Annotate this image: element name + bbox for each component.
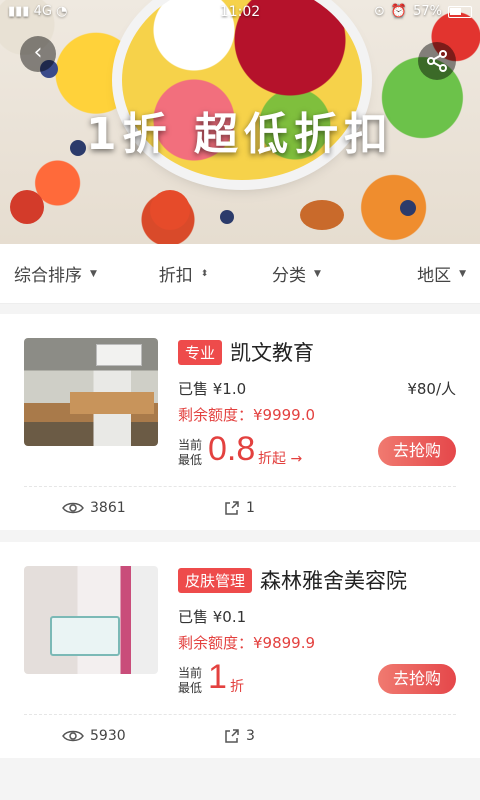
discount-label: 当前最低: [178, 666, 203, 695]
filter-bar: 综合排序 ▼ 折扣 ⬍ 分类 ▼ 地区 ▼: [0, 244, 480, 304]
share-out-icon: [225, 501, 239, 515]
filter-label: 折扣: [158, 266, 193, 286]
share-icon: [427, 50, 447, 72]
filter-sort[interactable]: 综合排序 ▼: [0, 244, 127, 303]
share-out-icon: [225, 729, 239, 743]
discount-unit: 折起 →: [258, 451, 303, 467]
views-stat: 3861: [62, 500, 126, 516]
hero-title: 1折 超低折扣: [86, 109, 394, 160]
hero-banner: 1折 超低折扣 ‹: [0, 0, 480, 244]
deal-card[interactable]: 专业 凯文教育 已售 ¥1.0 ¥80/人 剩余额度：¥9999.0 当前最低 …: [0, 314, 480, 530]
shop-name[interactable]: 凯文教育: [230, 337, 314, 367]
shares-count: 1: [246, 500, 255, 516]
sold-amount: 已售 ¥0.1: [178, 608, 247, 626]
filter-category[interactable]: 分类 ▼: [240, 244, 353, 303]
filter-discount[interactable]: 折扣 ⬍: [127, 244, 240, 303]
filter-label: 分类: [272, 266, 307, 286]
shares-stat[interactable]: 3: [224, 728, 255, 744]
share-button[interactable]: [418, 42, 456, 80]
views-count: 5930: [90, 728, 126, 744]
shares-count: 3: [246, 728, 255, 744]
remaining-quota: 剩余额度：¥9899.9: [178, 634, 316, 652]
discount-value: 0.8: [208, 430, 256, 468]
deal-list: 专业 凯文教育 已售 ¥1.0 ¥80/人 剩余额度：¥9999.0 当前最低 …: [0, 314, 480, 770]
discount-label: 当前最低: [178, 438, 203, 467]
eye-icon: [62, 730, 84, 742]
deal-card[interactable]: 皮肤管理 森林雅舍美容院 已售 ¥0.1 剩余额度：¥9899.9 当前最低 1…: [0, 542, 480, 758]
shares-stat[interactable]: 1: [224, 500, 255, 516]
status-bar: ▮▮▮ 4G ◔ 11:02 ⊙ ⏰ 57%: [0, 0, 480, 24]
buy-button[interactable]: 去抢购: [378, 436, 456, 466]
discount-value: 1: [208, 658, 227, 696]
buy-button[interactable]: 去抢购: [378, 664, 456, 694]
filter-label: 综合排序: [14, 266, 82, 286]
remaining-quota: 剩余额度：¥9999.0: [178, 406, 316, 424]
battery-percent: 57%: [413, 4, 442, 19]
shop-thumbnail[interactable]: [24, 338, 158, 446]
back-button[interactable]: ‹: [20, 36, 56, 72]
views-stat: 5930: [62, 728, 126, 744]
filter-region[interactable]: 地区 ▼: [353, 244, 480, 303]
chevron-left-icon: ‹: [33, 40, 43, 65]
caret-down-icon: ▼: [314, 268, 321, 279]
category-badge: 专业: [178, 339, 223, 365]
lock-icon: ⊙: [374, 4, 385, 19]
category-badge: 皮肤管理: [178, 567, 253, 593]
caret-down-icon: ▼: [459, 268, 466, 279]
divider: [24, 486, 456, 487]
alarm-icon: ⏰: [390, 4, 408, 19]
sort-updown-icon: ⬍: [200, 268, 209, 279]
price-per-person: ¥80/人: [407, 380, 456, 398]
discount-unit: 折: [230, 679, 244, 695]
shop-name[interactable]: 森林雅舍美容院: [260, 565, 407, 595]
views-count: 3861: [90, 500, 126, 516]
shop-thumbnail[interactable]: [24, 566, 158, 674]
battery-icon: [448, 5, 472, 18]
caret-down-icon: ▼: [90, 268, 97, 279]
filter-label: 地区: [417, 266, 452, 286]
divider: [24, 714, 456, 715]
eye-icon: [62, 502, 84, 514]
sold-amount: 已售 ¥1.0: [178, 380, 247, 398]
